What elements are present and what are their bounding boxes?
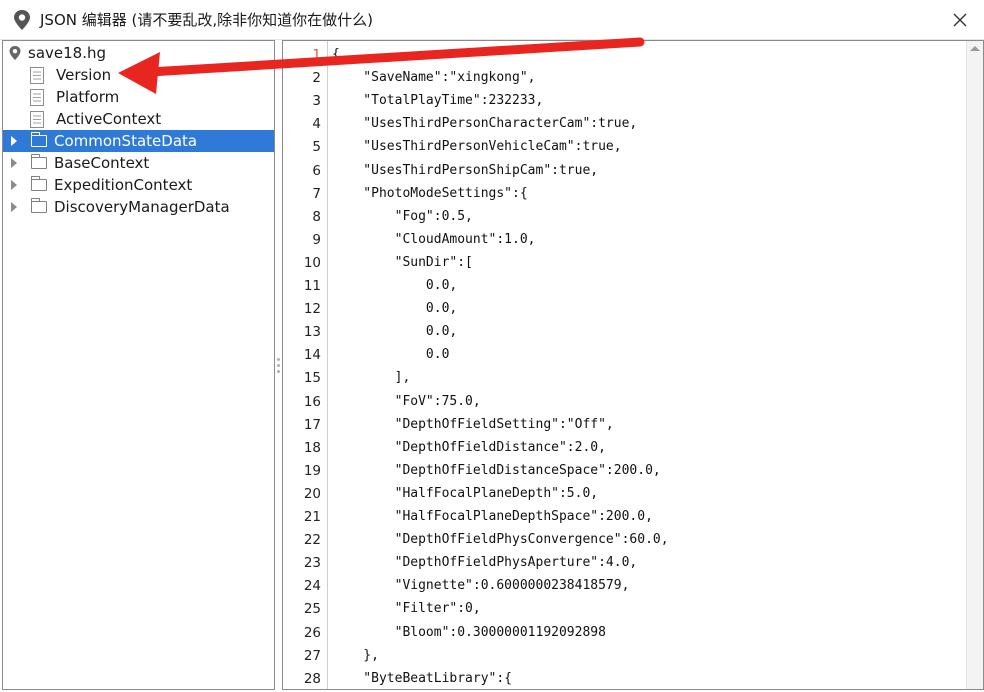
line-number: 15	[303, 370, 321, 387]
code-line: 0.0,	[332, 324, 458, 340]
line-number: 4	[312, 116, 321, 133]
line-number: 14	[303, 347, 321, 364]
line-number: 7	[312, 185, 321, 202]
close-button[interactable]	[948, 8, 972, 32]
code-line: "DepthOfFieldDistanceSpace":200.0,	[332, 462, 661, 478]
tree-item-commonstatedata[interactable]: CommonStateData	[3, 130, 274, 152]
line-number: 5	[312, 139, 321, 156]
tree-item-discoverymanagerdata[interactable]: DiscoveryManagerData	[3, 196, 274, 218]
code-line: "SunDir":[	[332, 254, 473, 270]
tree-item-label: Platform	[56, 88, 120, 106]
line-number: 8	[312, 208, 321, 225]
code-line: "UsesThirdPersonVehicleCam":true,	[332, 139, 622, 155]
line-number: 23	[303, 555, 321, 572]
line-number: 3	[312, 93, 321, 110]
code-line: "DepthOfFieldDistance":2.0,	[332, 439, 606, 455]
line-number: 12	[303, 301, 321, 318]
tree-item-label: DiscoveryManagerData	[54, 198, 230, 216]
tree-item-label: CommonStateData	[54, 132, 198, 150]
line-number: 11	[303, 278, 321, 294]
tree-item-label: BaseContext	[54, 154, 150, 172]
code-line: "Vignette":0.6000000238418579,	[332, 578, 630, 594]
tree-item-activecontext[interactable]: ActiveContext	[3, 108, 274, 130]
expand-arrow-icon[interactable]	[8, 179, 20, 191]
code-line: "FoV":75.0,	[332, 393, 481, 409]
line-number: 1	[312, 47, 321, 63]
line-number: 27	[303, 647, 321, 664]
tree-root-label: save18.hg	[28, 44, 106, 62]
expand-arrow-icon[interactable]	[8, 157, 20, 169]
folder-icon	[31, 176, 47, 191]
title-bar: JSON 编辑器 (请不要乱改,除非你知道你在做什么)	[0, 0, 984, 40]
location-pin-icon	[9, 46, 21, 60]
line-number: 6	[312, 162, 321, 179]
line-number: 24	[303, 578, 321, 595]
line-number: 2	[312, 70, 321, 87]
document-icon	[30, 88, 44, 106]
splitter-grip-icon	[277, 357, 280, 373]
code-line: "HalfFocalPlaneDepthSpace":200.0,	[332, 509, 653, 524]
expand-arrow-icon[interactable]	[8, 135, 20, 147]
line-number: 18	[303, 439, 321, 456]
folder-icon	[31, 198, 47, 213]
code-line: "PhotoModeSettings":{	[332, 185, 528, 201]
code-line: "CloudAmount":1.0,	[332, 231, 536, 247]
line-number: 19	[303, 462, 321, 479]
code-line: "DepthOfFieldSetting":"Off",	[332, 416, 614, 432]
code-line: ],	[332, 370, 411, 386]
document-icon	[30, 110, 44, 128]
tree-item-basecontext[interactable]: BaseContext	[3, 152, 274, 174]
tree-item-label: Version	[56, 66, 112, 84]
code-line: "Fog":0.5,	[332, 208, 473, 224]
line-number: 25	[303, 601, 321, 618]
tree-item-expeditioncontext[interactable]: ExpeditionContext	[3, 174, 274, 196]
code-line: "HalfFocalPlaneDepth":5.0,	[332, 485, 599, 501]
close-icon	[953, 13, 967, 27]
line-number: 16	[303, 393, 321, 410]
code-line: "Filter":0,	[332, 601, 481, 617]
tree-item-label: ExpeditionContext	[54, 176, 193, 194]
code-line: "ByteBeatLibrary":{	[332, 670, 513, 686]
tree-item-platform[interactable]: Platform	[3, 86, 274, 108]
code-line: "DepthOfFieldPhysAperture":4.0,	[332, 555, 638, 571]
line-number: 26	[303, 624, 321, 641]
tree-root[interactable]: save18.hg	[3, 42, 274, 64]
code-line: "UsesThirdPersonCharacterCam":true,	[332, 116, 638, 132]
line-number: 9	[312, 231, 321, 248]
tree-item-version[interactable]: Version	[3, 64, 274, 86]
code-line: "TotalPlayTime":232233,	[332, 93, 544, 109]
line-number: 21	[303, 509, 321, 525]
code-line: {	[332, 47, 340, 62]
code-line: "UsesThirdPersonShipCam":true,	[332, 162, 599, 178]
tree-panel[interactable]: save18.hg Version Platform ActiveContext…	[2, 40, 275, 690]
code-line: 0.0,	[332, 278, 458, 293]
vertical-scrollbar[interactable]	[966, 41, 983, 689]
folder-icon	[31, 154, 47, 169]
scroll-up-icon[interactable]	[970, 46, 980, 51]
line-number: 10	[303, 254, 321, 271]
location-pin-icon	[14, 9, 30, 30]
window-title: JSON 编辑器 (请不要乱改,除非你知道你在做什么)	[40, 11, 373, 29]
expand-arrow-icon[interactable]	[8, 201, 20, 213]
line-number: 20	[303, 485, 321, 502]
line-number: 22	[303, 532, 321, 549]
line-number-gutter: 1 2 3 4 5 6 7 8 9 10 11 12 13 14 15 16 17 18 19 20 21 22 23 24 2…	[283, 41, 328, 689]
code-line: 0.0,	[332, 301, 458, 317]
line-number: 17	[303, 416, 321, 433]
code-line: "SaveName":"xingkong",	[332, 70, 536, 86]
panel-splitter[interactable]	[275, 40, 282, 690]
line-number: 13	[303, 324, 321, 341]
code-line: "Bloom":0.30000001192092898	[332, 624, 606, 640]
json-editor[interactable]: 1 2 3 4 5 6 7 8 9 10 11 12 13 14 15 16 17 18 19 20 21 22 23 24 2…	[282, 40, 984, 690]
code-line: "DepthOfFieldPhysConvergence":60.0,	[332, 532, 669, 548]
document-icon	[30, 66, 44, 84]
line-number: 28	[303, 670, 321, 687]
code-line: 0.0	[332, 347, 450, 363]
tree-item-label: ActiveContext	[56, 110, 162, 128]
folder-icon	[31, 132, 47, 147]
code-line: },	[332, 647, 379, 663]
